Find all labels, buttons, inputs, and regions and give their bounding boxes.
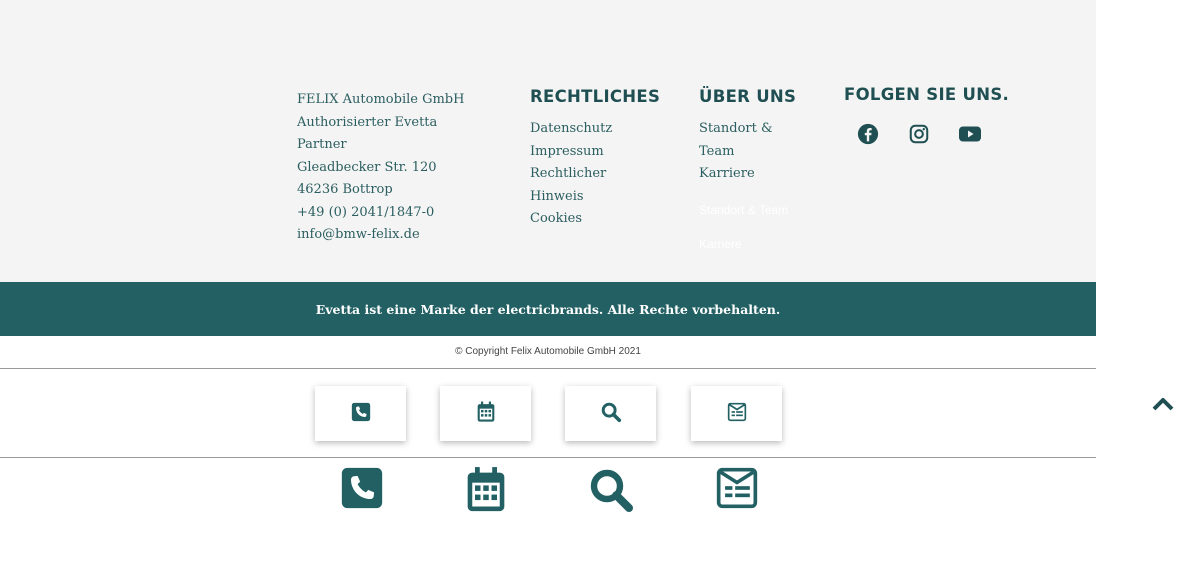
search-link-large[interactable] xyxy=(587,466,635,518)
phone-icon xyxy=(340,466,384,514)
link-datenschutz[interactable]: Datenschutz xyxy=(530,118,670,141)
appointment-link-large[interactable] xyxy=(464,466,508,518)
search-icon xyxy=(600,401,622,427)
phone-icon xyxy=(351,402,371,426)
call-button[interactable] xyxy=(315,386,406,441)
facebook-icon[interactable] xyxy=(856,122,880,146)
chevron-up-icon xyxy=(1151,396,1175,416)
link-karriere[interactable]: Karriere xyxy=(699,163,819,186)
appointment-button[interactable] xyxy=(440,386,531,441)
divider-bottom xyxy=(0,457,1096,458)
link-cookies[interactable]: Cookies xyxy=(530,208,670,231)
about-links: Standort & Team Karriere xyxy=(699,118,819,186)
company-name: FELIX Automobile GmbH xyxy=(297,92,465,107)
partner-line-2: Partner xyxy=(297,137,347,152)
hidden-link-karriere[interactable]: Karriere xyxy=(699,237,742,251)
newsletter-icon xyxy=(727,402,747,426)
email-link[interactable]: info@bmw-felix.de xyxy=(297,224,472,247)
legal-links: Datenschutz Impressum Rechtlicher Hinwei… xyxy=(530,118,670,231)
link-rechtlicher-hinweis-2[interactable]: Hinweis xyxy=(530,186,670,209)
link-standort-team-2[interactable]: Team xyxy=(699,141,819,164)
divider-top xyxy=(0,368,1096,369)
search-button[interactable] xyxy=(565,386,656,441)
partner-line-1: Authorisierter Evetta xyxy=(297,114,438,130)
call-link-large[interactable] xyxy=(340,466,384,514)
footer-top: FELIX Automobile GmbH Authorisierter Eve… xyxy=(0,0,1096,282)
copyright: © Copyright Felix Automobile GmbH 2021 xyxy=(455,346,641,357)
city-address: 46236 Bottrop xyxy=(297,182,393,197)
calendar-icon xyxy=(476,401,496,427)
newsletter-button[interactable] xyxy=(691,386,782,441)
link-impressum[interactable]: Impressum xyxy=(530,141,670,164)
legal-column: RECHTLICHES Datenschutz Impressum Rechtl… xyxy=(530,87,670,231)
youtube-icon[interactable] xyxy=(958,122,982,146)
follow-heading: FOLGEN SIE UNS. xyxy=(844,85,1010,104)
link-rechtlicher-hinweis-1[interactable]: Rechtlicher xyxy=(530,163,670,186)
newsletter-link-large[interactable] xyxy=(715,466,759,514)
newsletter-icon xyxy=(715,466,759,514)
legal-heading: RECHTLICHES xyxy=(530,87,661,106)
link-standort-team-1[interactable]: Standort & xyxy=(699,118,819,141)
contact-block: FELIX Automobile GmbH Authorisierter Eve… xyxy=(297,89,472,247)
calendar-icon xyxy=(464,466,508,518)
brand-bar: Evetta ist eine Marke der electricbrands… xyxy=(0,282,1096,336)
search-icon xyxy=(587,466,635,518)
instagram-icon[interactable] xyxy=(907,122,931,146)
brand-notice: Evetta ist eine Marke der electricbrands… xyxy=(315,301,781,317)
scroll-to-top-button[interactable] xyxy=(1150,396,1176,416)
follow-column: FOLGEN SIE UNS. xyxy=(844,85,1014,104)
street-address: Gleadbecker Str. 120 xyxy=(297,159,437,175)
about-heading: ÜBER UNS xyxy=(699,87,797,106)
hidden-link-standort-team[interactable]: Standort & Team xyxy=(699,203,788,217)
phone-number[interactable]: +49 (0) 2041/1847-0 xyxy=(297,202,472,225)
about-column: ÜBER UNS Standort & Team Karriere xyxy=(699,87,819,186)
